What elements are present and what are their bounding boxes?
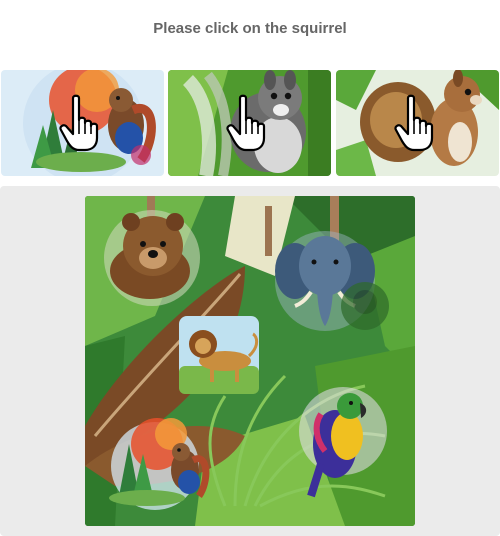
pointer-hand-icon [226,94,266,152]
example-images-row [0,70,500,176]
example-squirrel-image-3[interactable] [336,70,499,176]
scene-elephant[interactable] [275,234,375,332]
challenge-panel [0,186,500,536]
pointer-hand-icon [59,94,99,152]
example-squirrel-image-2[interactable] [168,70,331,176]
scene-bear[interactable] [107,210,197,306]
challenge-scene-image[interactable] [85,196,415,526]
captcha-instruction: Please click on the squirrel [153,20,347,37]
pointer-hand-icon [394,94,434,152]
example-squirrel-image-1[interactable] [1,70,164,176]
scene-squirrel[interactable] [111,422,211,512]
scene-lion[interactable] [179,316,259,394]
scene-parrot[interactable] [299,386,387,476]
